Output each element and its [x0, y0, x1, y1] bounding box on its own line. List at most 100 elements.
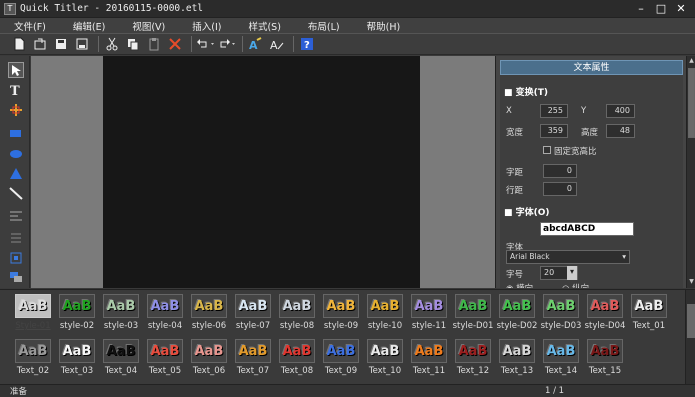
menu-help[interactable]: 帮助(H) — [367, 19, 401, 33]
minimize-button[interactable]: – — [635, 2, 647, 15]
undo-icon[interactable] — [196, 35, 214, 53]
style-item[interactable]: AaB Text_04 — [98, 339, 142, 383]
style-item[interactable]: AaB style-10 — [362, 294, 406, 338]
save-icon[interactable] — [52, 35, 70, 53]
menu-view[interactable]: 视图(V) — [132, 19, 165, 33]
scrollbar-thumb[interactable] — [687, 304, 695, 338]
cut-icon[interactable] — [103, 35, 121, 53]
line-icon[interactable] — [8, 186, 24, 202]
crop-icon[interactable] — [8, 102, 24, 118]
scroll-up-icon[interactable]: ▲ — [688, 57, 695, 65]
style-item[interactable]: AaB Text_02 — [10, 339, 54, 383]
style-thumbnail: AaB — [455, 339, 491, 363]
window-title: Quick Titler - 20160115-0000.etl — [20, 3, 204, 14]
style-item[interactable]: AaB Text_11 — [406, 339, 450, 383]
style-thumbnail: AaB — [411, 339, 447, 363]
pointer-icon[interactable] — [8, 62, 24, 78]
style-item[interactable]: AaB Text_01 — [626, 294, 670, 338]
style-thumbnail: AaB — [103, 339, 139, 363]
properties-scrollbar[interactable]: ▲ ▼ — [686, 56, 695, 288]
style-thumbnail: AaB — [59, 294, 95, 318]
menu-insert[interactable]: 插入(I) — [192, 19, 221, 33]
text-tool-icon[interactable]: T — [8, 82, 24, 98]
style-item[interactable]: AaB style-D02 — [494, 294, 538, 338]
line-spacing-field[interactable]: 0 — [543, 182, 577, 196]
fixed-ratio-checkbox[interactable] — [543, 146, 551, 154]
rectangle-icon[interactable] — [8, 126, 24, 142]
vertical-radio[interactable]: ○ 纵向 — [562, 282, 589, 288]
styles-scrollbar[interactable] — [685, 290, 695, 385]
style-item[interactable]: AaB style-07 — [230, 294, 274, 338]
left-toolbox: T — [0, 56, 30, 288]
delete-icon[interactable] — [166, 35, 184, 53]
text-style-icon[interactable]: A — [247, 35, 265, 53]
style-item[interactable]: AaB style-09 — [318, 294, 362, 338]
style-thumbnail: AaB — [499, 294, 535, 318]
style-item[interactable]: AaB Text_07 — [230, 339, 274, 383]
align-icon[interactable] — [8, 208, 24, 224]
style-item[interactable]: AaB Text_13 — [494, 339, 538, 383]
style-item[interactable]: AaB style-03 — [98, 294, 142, 338]
style-item[interactable]: AaB Text_03 — [54, 339, 98, 383]
redo-icon[interactable] — [217, 35, 235, 53]
arrange-icon[interactable] — [8, 269, 24, 285]
font-section[interactable]: ■ 字体(O) — [504, 205, 550, 218]
style-item[interactable]: AaB style-11 — [406, 294, 450, 338]
copy-icon[interactable] — [124, 35, 142, 53]
menu-style[interactable]: 样式(S) — [248, 19, 280, 33]
style-item[interactable]: AaB style-D03 — [538, 294, 582, 338]
center-icon[interactable] — [8, 250, 24, 266]
spacing-field[interactable]: 0 — [543, 164, 577, 178]
horizontal-radio[interactable]: ◉ 横向 — [506, 282, 533, 288]
font-section-label: 字体(O) — [515, 208, 550, 218]
scrollbar-thumb[interactable] — [688, 68, 695, 138]
style-item[interactable]: AaB style-D01 — [450, 294, 494, 338]
style-item[interactable]: AaB Style-01 — [10, 294, 54, 338]
canvas-area — [31, 56, 495, 288]
chevron-down-icon: ▾ — [567, 266, 577, 280]
text-edit-icon[interactable]: A — [268, 35, 286, 53]
ellipse-icon[interactable] — [8, 146, 24, 162]
help-icon[interactable]: ? — [298, 35, 316, 53]
font-select[interactable]: Arial Black ▾ — [506, 250, 630, 264]
open-icon[interactable] — [31, 35, 49, 53]
x-field[interactable]: 255 — [540, 104, 568, 118]
height-field[interactable]: 48 — [606, 124, 635, 138]
style-item[interactable]: AaB style-06 — [186, 294, 230, 338]
width-label: 宽度 — [506, 128, 524, 138]
svg-text:A: A — [249, 39, 258, 51]
save-as-icon[interactable] — [73, 35, 91, 53]
triangle-icon[interactable] — [8, 166, 24, 182]
new-icon[interactable] — [10, 35, 28, 53]
width-field[interactable]: 359 — [540, 124, 568, 138]
menu-layout[interactable]: 布局(L) — [308, 19, 340, 33]
style-item[interactable]: AaB Text_05 — [142, 339, 186, 383]
style-item[interactable]: AaB style-02 — [54, 294, 98, 338]
spacing-label: 字距 — [506, 168, 524, 178]
size-select[interactable]: 20 ▾ — [540, 266, 578, 280]
style-item[interactable]: AaB Text_06 — [186, 339, 230, 383]
menu-file[interactable]: 文件(F) — [14, 19, 46, 33]
close-button[interactable]: ✕ — [675, 2, 687, 15]
style-item[interactable]: AaB Text_15 — [582, 339, 626, 383]
transform-section[interactable]: ■ 变换(T) — [504, 85, 548, 98]
paste-icon[interactable] — [145, 35, 163, 53]
style-thumbnail: AaB — [235, 294, 271, 318]
properties-panel: 文本属性 ■ 变换(T) X 255 Y 400 宽度 359 高度 48 固定… — [495, 56, 695, 288]
title-canvas[interactable] — [103, 56, 420, 288]
style-item[interactable]: AaB style-D04 — [582, 294, 626, 338]
toolbar-separator — [98, 36, 99, 52]
scroll-down-icon[interactable]: ▼ — [688, 278, 695, 286]
y-field[interactable]: 400 — [606, 104, 635, 118]
distribute-icon[interactable] — [8, 230, 24, 246]
style-item[interactable]: AaB Text_14 — [538, 339, 582, 383]
style-item[interactable]: AaB style-08 — [274, 294, 318, 338]
style-item[interactable]: AaB Text_08 — [274, 339, 318, 383]
style-item[interactable]: AaB style-04 — [142, 294, 186, 338]
menu-edit[interactable]: 编辑(E) — [73, 19, 105, 33]
style-item[interactable]: AaB Text_09 — [318, 339, 362, 383]
style-item[interactable]: AaB Text_10 — [362, 339, 406, 383]
style-thumbnail: AaB — [367, 339, 403, 363]
style-item[interactable]: AaB Text_12 — [450, 339, 494, 383]
maximize-button[interactable]: □ — [655, 2, 667, 15]
